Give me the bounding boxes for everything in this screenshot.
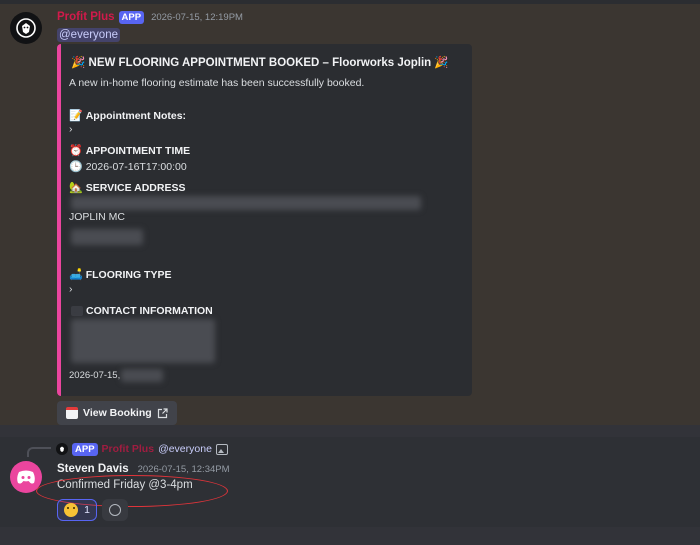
field-address-name: 🏡 SERVICE ADDRESS: [69, 182, 186, 194]
redacted-contact: [71, 319, 215, 363]
clock-icon: 🕒: [69, 161, 83, 173]
field-notes-value: ›: [69, 123, 73, 135]
reply-author: Profit Plus: [101, 443, 155, 455]
everyone-mention[interactable]: @everyone: [57, 28, 120, 42]
embed-description: A new in-home flooring estimate has been…: [69, 77, 365, 89]
add-reaction-icon: [109, 504, 121, 516]
bot-message: Profit Plus APP 2026-07-15, 12:19PM @eve…: [0, 4, 700, 425]
reaction-count: 1: [84, 504, 90, 516]
message-header: Profit Plus APP 2026-07-15, 12:19PM: [57, 9, 243, 25]
author-name[interactable]: Steven Davis: [57, 463, 129, 475]
redacted-zip: [71, 229, 143, 245]
reply-app-badge: APP: [72, 442, 98, 456]
embed-title: 🎉 NEW FLOORING APPOINTMENT BOOKED – Floo…: [71, 57, 449, 69]
reply-connector: [27, 447, 51, 457]
bottom-strip: [0, 527, 700, 545]
view-booking-label: View Booking: [83, 407, 152, 419]
field-flooring-name: 🛋️ FLOORING TYPE: [69, 269, 172, 281]
reaction-button[interactable]: 1: [57, 499, 97, 521]
booking-embed: 🎉 NEW FLOORING APPOINTMENT BOOKED – Floo…: [57, 44, 472, 396]
add-reaction-button[interactable]: [102, 499, 128, 521]
field-contact-name: CONTACT INFORMATION: [71, 305, 213, 317]
image-icon: [215, 443, 228, 455]
reply-mention: @everyone: [158, 443, 212, 455]
field-notes-name: 📝 Appointment Notes:: [69, 110, 187, 122]
reply-preview[interactable]: APP Profit Plus @everyone: [56, 442, 228, 456]
redacted-address: [71, 196, 421, 210]
redacted-footer-time: [121, 369, 163, 382]
phone-icon: [71, 306, 83, 317]
memo-icon: 📝: [69, 110, 83, 122]
field-flooring-value: ›: [69, 283, 73, 295]
timestamp[interactable]: 2026-07-15, 12:19PM: [151, 12, 243, 23]
field-time-value: 🕒 2026-07-16T17:00:00: [69, 161, 187, 173]
app-badge: APP: [118, 10, 145, 24]
calendar-icon: [66, 407, 78, 419]
couch-icon: 🛋️: [69, 269, 83, 281]
author-name[interactable]: Profit Plus: [57, 11, 115, 23]
timestamp[interactable]: 2026-07-15, 12:34PM: [138, 464, 230, 475]
lion-logo-icon: [60, 446, 64, 452]
bot-avatar[interactable]: [10, 12, 42, 44]
user-message: APP Profit Plus @everyone Steven Davis 2…: [0, 437, 700, 527]
view-booking-button[interactable]: View Booking: [57, 401, 177, 425]
embed-footer: 2026-07-15,: [69, 370, 121, 381]
lion-logo-icon: [16, 18, 36, 38]
external-link-icon: [157, 407, 168, 418]
field-address-city: JOPLIN MC: [69, 211, 126, 223]
house-icon: 🏡: [69, 182, 83, 194]
field-time-name: ⏰ APPOINTMENT TIME: [69, 145, 191, 157]
discord-logo-icon: [17, 470, 35, 484]
reply-avatar: [56, 443, 68, 455]
face-emoji-icon: [64, 503, 79, 517]
alarm-clock-icon: ⏰: [69, 145, 83, 157]
